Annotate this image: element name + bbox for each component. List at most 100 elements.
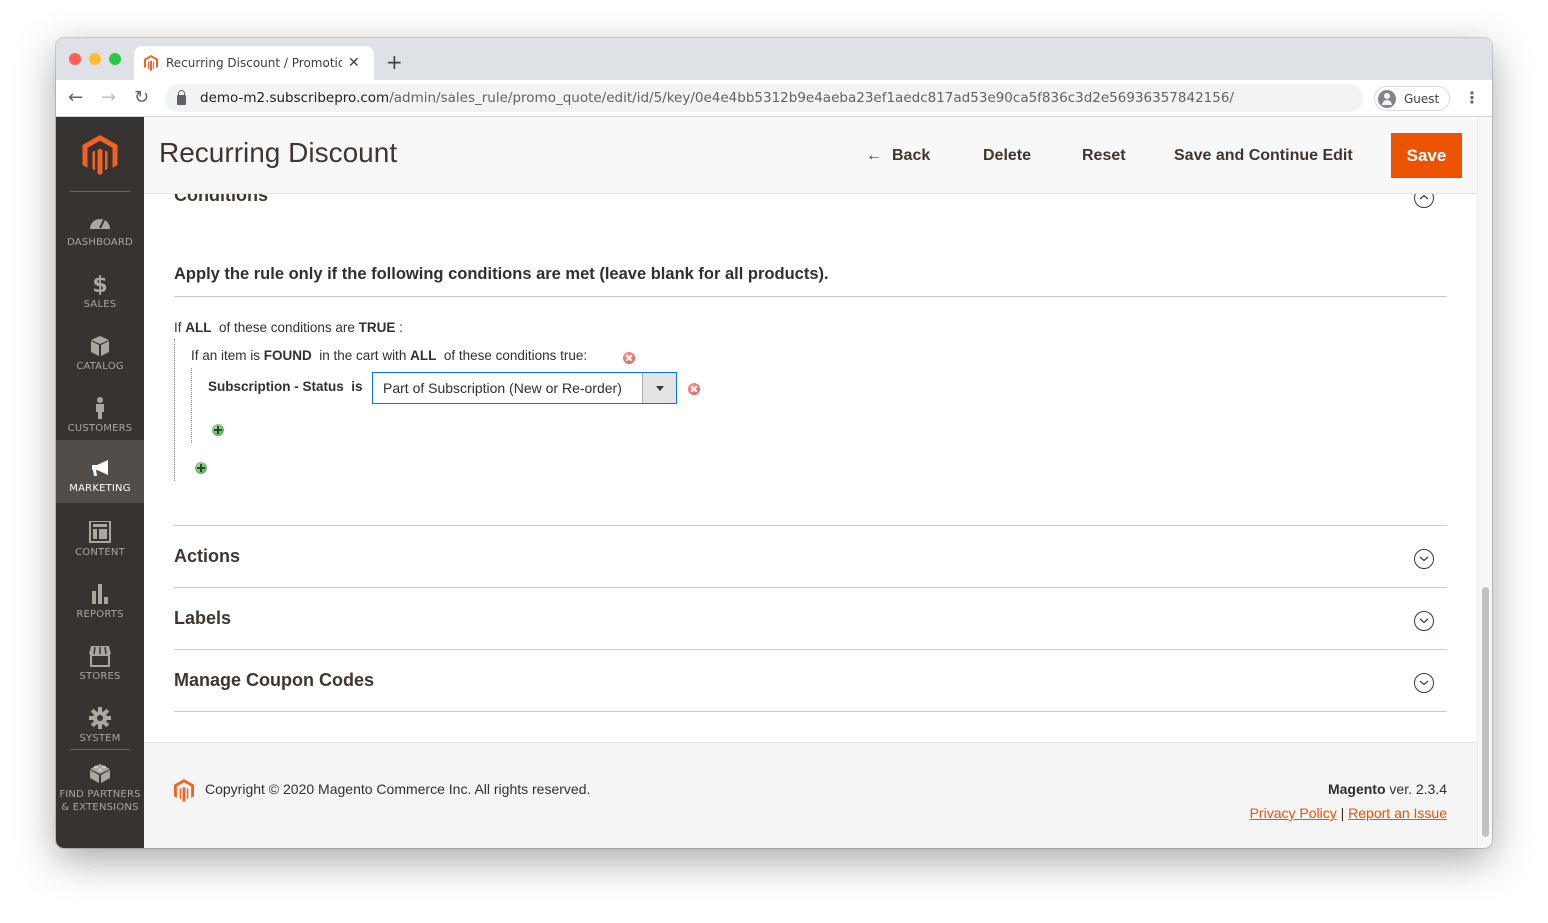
browser-window: Recurring Discount / Promotion ✕ + ← → ↻…	[56, 38, 1492, 848]
select-value: Part of Subscription (New or Re-order)	[383, 380, 622, 396]
page-title: Recurring Discount	[159, 137, 398, 168]
sidebar-label: CONTENT	[75, 547, 125, 558]
sidebar-label: CATALOG	[76, 361, 124, 372]
sidebar-item-catalog[interactable]: CATALOG	[56, 321, 144, 383]
back-arrow-icon: ←	[866, 147, 882, 164]
maximize-window-button[interactable]	[109, 53, 121, 65]
sidebar-item-system[interactable]: SYSTEM	[56, 693, 144, 755]
svg-text:$: $	[92, 273, 107, 295]
close-window-button[interactable]	[69, 53, 81, 65]
url-input[interactable]: demo-m2.subscribepro.com/admin/sales_rul…	[165, 84, 1363, 112]
bar-chart-icon	[92, 584, 108, 604]
magento-favicon-icon	[144, 55, 158, 71]
main-content: Recurring Discount ← Back Delete Reset Sa…	[144, 117, 1477, 848]
chevron-down-icon[interactable]	[1414, 611, 1434, 631]
add-condition-icon[interactable]	[212, 424, 224, 436]
reset-button[interactable]: Reset	[1082, 147, 1126, 165]
browser-tab[interactable]: Recurring Discount / Promotion ✕	[134, 46, 374, 80]
remove-condition-icon[interactable]	[623, 352, 635, 364]
text: of these conditions true:	[436, 348, 591, 363]
dollar-icon: $	[92, 273, 107, 295]
sidebar-item-reports[interactable]: REPORTS	[56, 569, 144, 631]
minimize-window-button[interactable]	[89, 53, 101, 65]
legend-divider	[174, 296, 1447, 297]
sidebar-item-stores[interactable]: STORES	[56, 631, 144, 693]
magento-logo-icon[interactable]	[82, 135, 118, 175]
sidebar-item-find-partners[interactable]: FIND PARTNERS & EXTENSIONS	[56, 755, 144, 825]
reload-icon[interactable]: ↻	[134, 87, 149, 108]
text: of these conditions are	[211, 320, 359, 335]
dropdown-arrow-icon[interactable]	[642, 373, 676, 403]
report-issue-link[interactable]: Report an Issue	[1348, 805, 1447, 821]
more-menu-icon[interactable]: ⋮	[1464, 88, 1480, 107]
sidebar-label-line1: FIND PARTNERS	[59, 789, 141, 800]
sidebar-divider	[70, 191, 130, 192]
link-separator: |	[1336, 805, 1349, 821]
tab-bar: Recurring Discount / Promotion ✕ +	[56, 38, 1492, 80]
footer-links: Privacy Policy | Report an Issue	[1250, 805, 1447, 821]
aggregator-selector[interactable]: ALL	[410, 348, 436, 363]
section-divider	[174, 587, 1447, 588]
sidebar-label: CUSTOMERS	[67, 423, 133, 434]
url-path: /admin/sales_rule/promo_quote/edit/id/5/…	[389, 90, 1234, 106]
copyright-text: Copyright © 2020 Magento Commerce Inc. A…	[205, 781, 591, 797]
save-button[interactable]: Save	[1391, 133, 1462, 178]
remove-condition-icon[interactable]	[688, 383, 700, 395]
tree-guide-line	[191, 368, 192, 443]
sidebar-item-content[interactable]: CONTENT	[56, 507, 144, 569]
lock-icon	[177, 89, 186, 105]
privacy-policy-link[interactable]: Privacy Policy	[1250, 805, 1337, 821]
layout-icon	[89, 521, 111, 543]
sidebar-item-customers[interactable]: CUSTOMERS	[56, 383, 144, 445]
back-button[interactable]: ← Back	[866, 147, 930, 165]
sidebar-label: FIND PARTNERS & EXTENSIONS	[56, 788, 144, 814]
box-icon	[91, 336, 109, 356]
text: :	[395, 320, 403, 335]
megaphone-icon	[92, 460, 108, 476]
form-content: Conditions Apply the rule only if the fo…	[174, 117, 1447, 848]
section-divider	[174, 525, 1447, 526]
delete-button[interactable]: Delete	[983, 147, 1031, 165]
sidebar-label: SALES	[83, 299, 117, 310]
back-arrow-icon[interactable]: ←	[68, 87, 83, 108]
person-icon	[96, 397, 104, 419]
text: in the cart with	[311, 348, 411, 363]
sidebar-item-sales[interactable]: $ SALES	[56, 259, 144, 321]
admin-sidebar: DASHBOARD $ SALES CATALOG CUSTOMERS MARK…	[56, 117, 144, 848]
gear-icon	[89, 707, 111, 729]
sidebar-item-dashboard[interactable]: DASHBOARD	[56, 197, 144, 259]
close-tab-icon[interactable]: ✕	[348, 55, 360, 71]
add-condition-icon[interactable]	[195, 462, 207, 474]
address-bar: ← → ↻ demo-m2.subscribepro.com/admin/sal…	[56, 80, 1492, 117]
profile-button[interactable]: Guest	[1374, 86, 1451, 111]
chevron-down-icon[interactable]	[1414, 549, 1434, 569]
found-condition-line: If an item is FOUND in the cart with ALL…	[191, 348, 591, 363]
condition-line: Subscription - Status is	[208, 379, 363, 394]
profile-label: Guest	[1404, 91, 1440, 106]
sidebar-item-marketing[interactable]: MARKETING	[56, 440, 144, 503]
text: If	[174, 320, 186, 335]
sidebar-label: MARKETING	[69, 483, 131, 494]
avatar-icon	[1378, 89, 1396, 108]
new-tab-button[interactable]: +	[386, 50, 403, 74]
url-host: demo-m2.subscribepro.com	[200, 90, 390, 106]
section-divider	[174, 711, 1447, 712]
page-scrollbar[interactable]	[1477, 117, 1492, 848]
found-selector[interactable]: FOUND	[264, 348, 312, 363]
save-and-continue-button[interactable]: Save and Continue Edit	[1174, 147, 1353, 165]
section-title-manage-coupon-codes[interactable]: Manage Coupon Codes	[174, 670, 374, 691]
forward-arrow-icon[interactable]: →	[101, 87, 116, 108]
scrollbar-thumb[interactable]	[1482, 587, 1489, 837]
text: If an item is	[191, 348, 264, 363]
section-divider	[174, 649, 1447, 650]
page-footer: Copyright © 2020 Magento Commerce Inc. A…	[144, 742, 1477, 848]
operator-selector[interactable]: is	[351, 379, 362, 394]
condition-value-select[interactable]: Part of Subscription (New or Re-order)	[372, 372, 677, 404]
value-selector[interactable]: TRUE	[359, 320, 396, 335]
conditions-legend: Apply the rule only if the following con…	[174, 265, 829, 283]
section-title-labels[interactable]: Labels	[174, 608, 231, 629]
aggregator-selector[interactable]: ALL	[185, 320, 211, 335]
section-title-actions[interactable]: Actions	[174, 546, 240, 567]
chevron-down-icon[interactable]	[1414, 673, 1434, 693]
condition-attribute: Subscription - Status	[208, 379, 344, 394]
